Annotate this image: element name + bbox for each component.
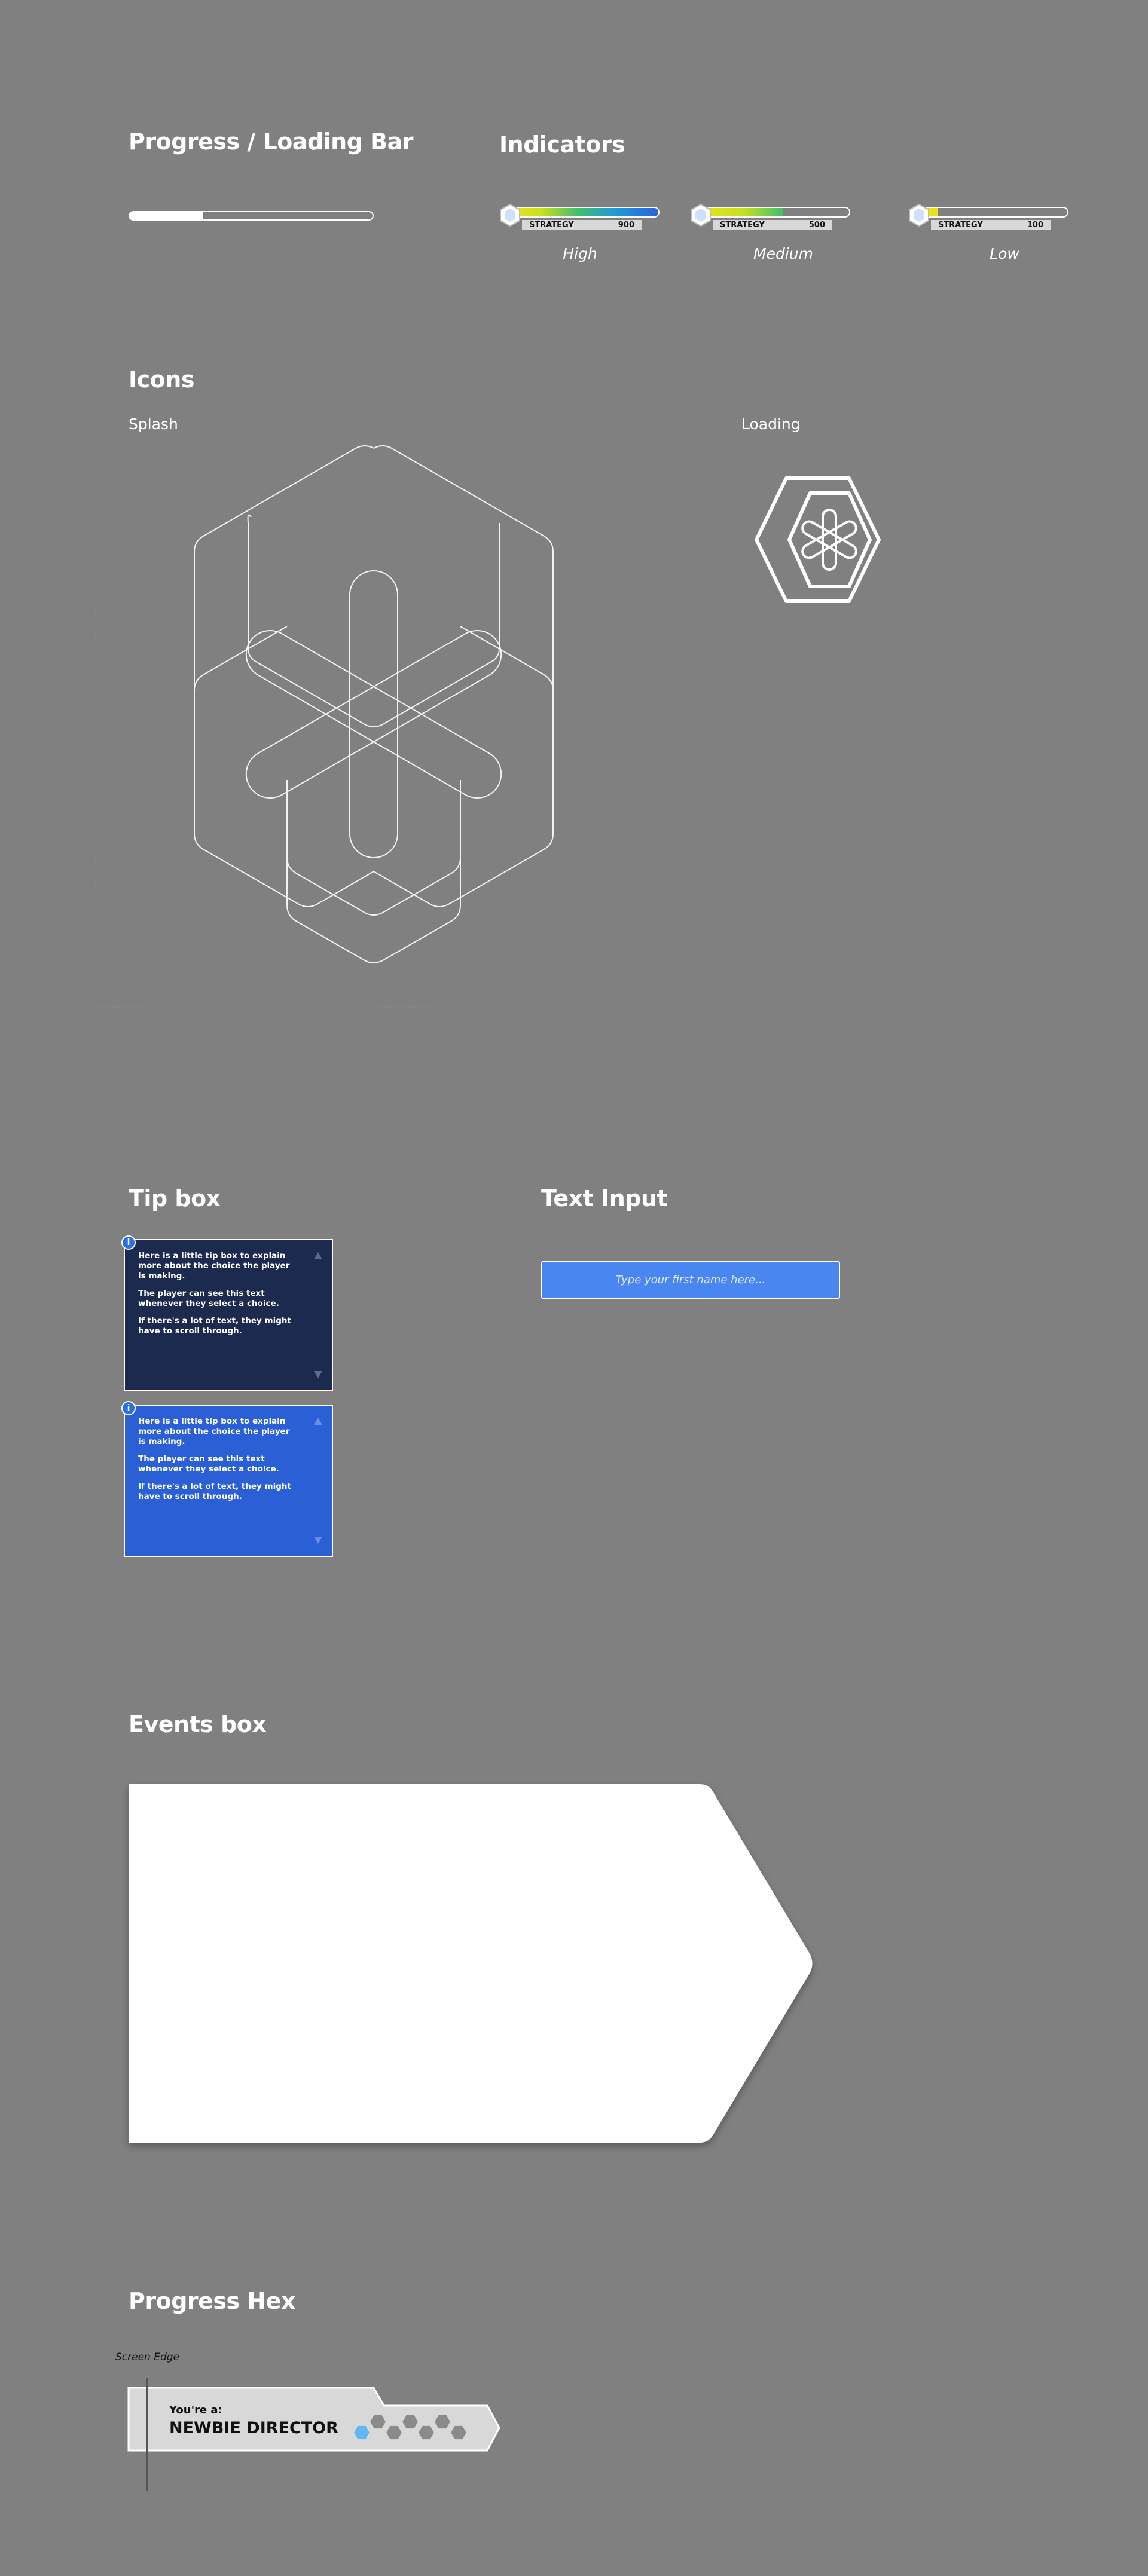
indicator-track <box>511 207 660 218</box>
text-input-heading: Text Input <box>541 1185 668 1211</box>
tip-scrollbar[interactable] <box>304 1240 332 1390</box>
indicator-strip: STRATEGY 500 <box>713 220 832 230</box>
indicator-label: STRATEGY <box>720 220 765 230</box>
tip-box-blue[interactable]: i Here is a little tip box to explain mo… <box>121 1401 333 1557</box>
indicator-track <box>920 207 1068 218</box>
tip-box-dark[interactable]: i Here is a little tip box to explain mo… <box>121 1235 333 1391</box>
indicator-fill <box>703 208 784 216</box>
tip-paragraph: The player can see this text whenever th… <box>138 1454 279 1474</box>
indicator-caption: High <box>563 245 597 262</box>
indicator-track <box>702 207 850 218</box>
tip-scrollbar[interactable] <box>304 1406 332 1556</box>
progress-hex-empty <box>368 2413 387 2430</box>
indicator-high: STRATEGY 900 <box>498 203 660 239</box>
tip-paragraph: Here is a little tip box to explain more… <box>138 1251 290 1281</box>
indicator-value: 900 <box>618 220 634 230</box>
events-box-heading: Events box <box>129 1711 267 1737</box>
icons-heading: Icons <box>129 366 194 393</box>
screen-edge-line <box>146 2378 148 2491</box>
info-icon: i <box>121 1401 136 1415</box>
progress-hex-empty <box>449 2424 468 2441</box>
indicator-medium: STRATEGY 500 <box>689 203 850 239</box>
tip-paragraph: The player can see this text whenever th… <box>138 1289 279 1308</box>
scroll-up-icon[interactable] <box>314 1252 322 1259</box>
scroll-down-icon[interactable] <box>314 1371 322 1378</box>
indicator-strip: STRATEGY 100 <box>931 220 1051 230</box>
indicator-low: STRATEGY 100 <box>907 203 1068 239</box>
progress-hex-empty <box>417 2424 436 2441</box>
progress-bar-fill <box>130 212 203 219</box>
tip-paragraph: If there's a lot of text, they might hav… <box>138 1316 291 1336</box>
progress-hex-heading: Progress Hex <box>129 2288 295 2314</box>
progress-hex-empty <box>384 2424 404 2441</box>
scroll-up-icon[interactable] <box>314 1418 322 1425</box>
progress-bar <box>129 211 374 221</box>
splash-icon <box>95 433 652 1008</box>
tip-text: Here is a little tip box to explain more… <box>138 1251 300 1344</box>
events-box <box>129 1784 813 2143</box>
loading-icon <box>755 476 881 603</box>
indicator-strip: STRATEGY 900 <box>522 220 642 230</box>
loading-label: Loading <box>741 415 801 433</box>
info-icon: i <box>121 1235 136 1250</box>
tip-text: Here is a little tip box to explain more… <box>138 1417 300 1509</box>
tip-paragraph: Here is a little tip box to explain more… <box>138 1417 290 1446</box>
indicator-value: 100 <box>1027 220 1043 230</box>
hexagon-icon <box>500 203 520 227</box>
tip-paragraph: If there's a lot of text, they might hav… <box>138 1482 291 1501</box>
indicator-caption: Medium <box>753 245 813 262</box>
indicator-caption: Low <box>990 245 1019 262</box>
progress-hex-empty <box>433 2413 452 2430</box>
progress-hex-empty <box>401 2413 420 2430</box>
first-name-input[interactable]: Type your first name here... <box>541 1261 840 1299</box>
indicator-label: STRATEGY <box>529 220 574 230</box>
tip-box-heading: Tip box <box>129 1185 221 1211</box>
screen-edge-label: Screen Edge <box>115 2351 180 2363</box>
hexagon-icon <box>909 203 929 227</box>
indicators-heading: Indicators <box>499 131 625 158</box>
indicator-fill <box>512 208 658 216</box>
indicator-label: STRATEGY <box>938 220 983 230</box>
indicator-value: 500 <box>808 220 825 230</box>
progress-hex-filled <box>352 2424 371 2441</box>
rank-title: NEWBIE DIRECTOR <box>169 2419 338 2437</box>
progress-bar-heading: Progress / Loading Bar <box>129 129 414 155</box>
rank-prefix: You're a: <box>169 2404 222 2416</box>
hexagon-icon <box>691 203 711 227</box>
scroll-down-icon[interactable] <box>314 1537 322 1544</box>
